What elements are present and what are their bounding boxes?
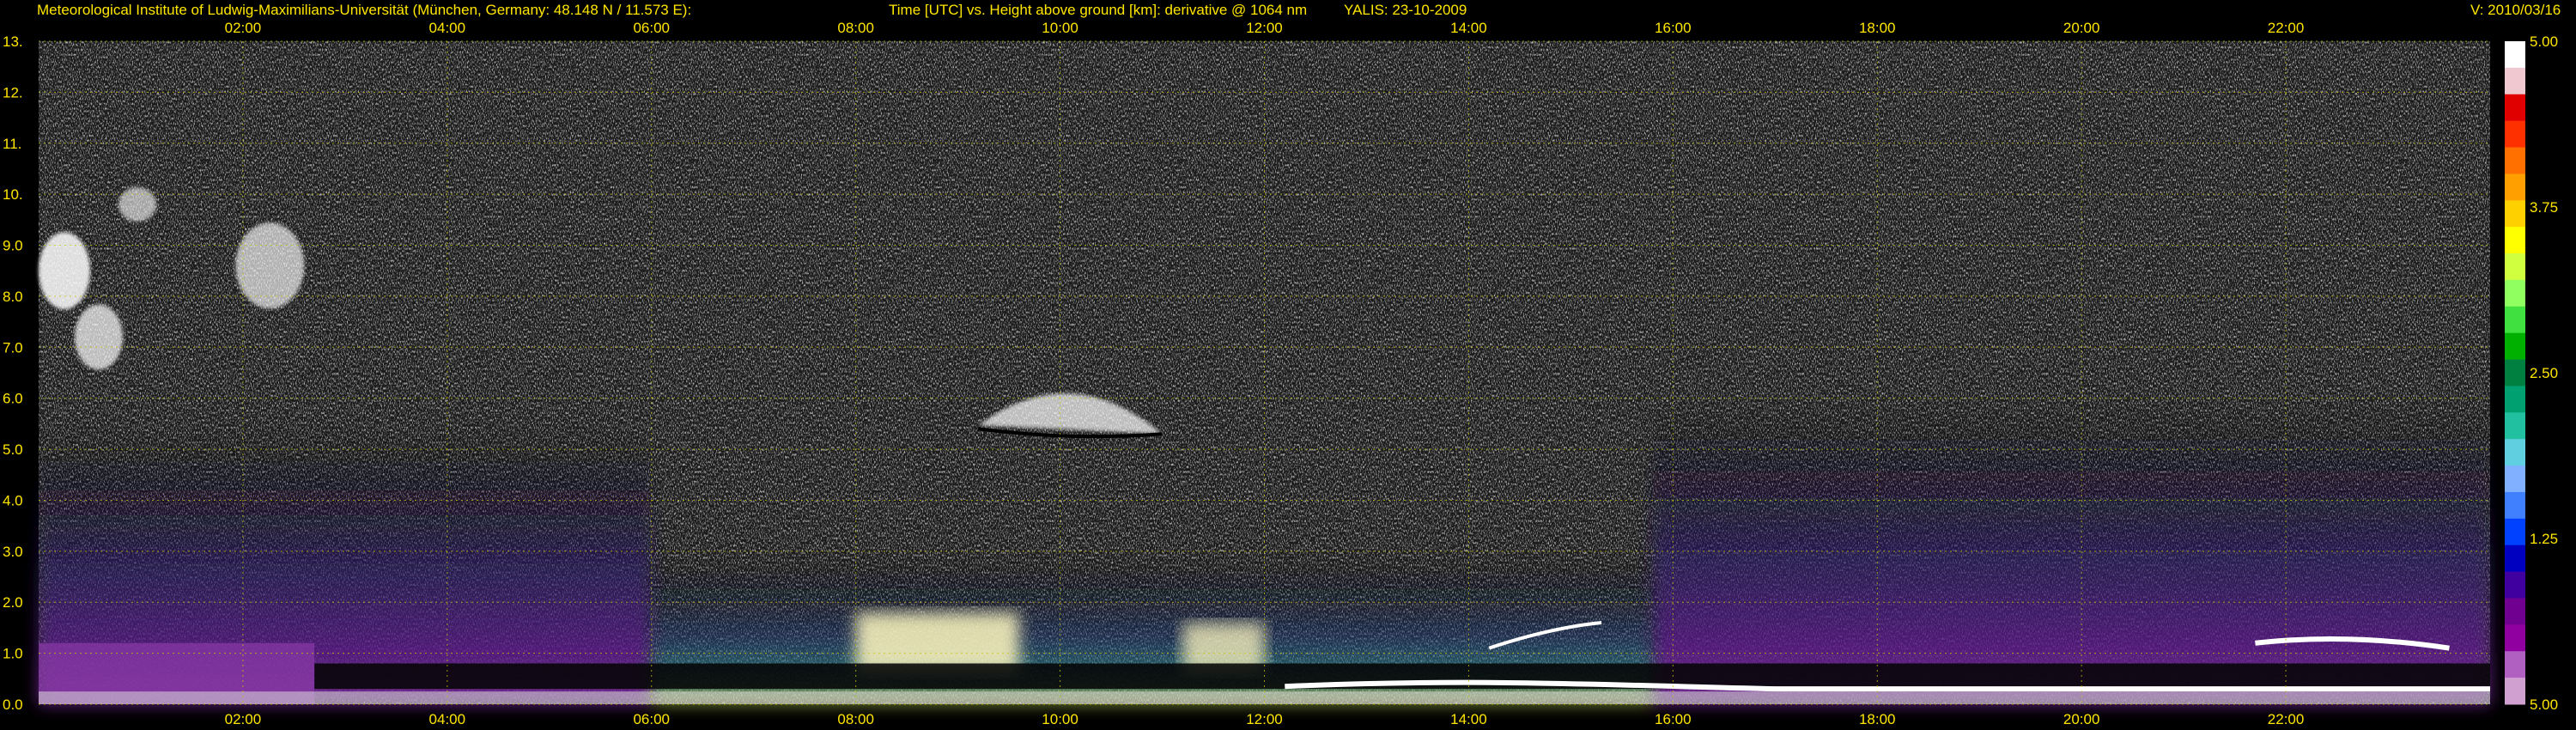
x-tick-label-top: 14:00 (1450, 20, 1487, 36)
colorbar-swatch (2505, 439, 2525, 466)
y-tick-label: 6.0 (3, 391, 23, 407)
y-tick-label: 10. (3, 186, 23, 203)
x-tick-label-bottom: 10:00 (1042, 711, 1078, 727)
colorbar-swatch (2505, 41, 2525, 69)
x-tick-label-bottom: 08:00 (837, 711, 874, 727)
colorbar-tick-label: 3.75 (2530, 199, 2558, 216)
x-tick-label-bottom: 02:00 (225, 711, 262, 727)
plot-area (39, 40, 2490, 705)
colorbar-swatch (2505, 624, 2525, 652)
colorbar-swatch (2505, 67, 2525, 95)
colorbar-swatch (2505, 571, 2525, 599)
y-tick-label: 0.0 (3, 697, 23, 713)
x-tick-label-top: 12:00 (1246, 20, 1283, 36)
colorbar-tick-label: 2.50 (2530, 365, 2558, 381)
y-tick-label: 13. (3, 33, 23, 50)
colorbar-swatch (2505, 94, 2525, 122)
y-tick-label: 9.0 (3, 238, 23, 254)
y-tick-label: 12. (3, 84, 23, 100)
y-tick-label: 2.0 (3, 594, 23, 611)
y-tick-label: 8.0 (3, 289, 23, 305)
x-tick-label-bottom: 16:00 (1655, 711, 1692, 727)
colorbar-swatch (2505, 200, 2525, 228)
colorbar-swatch (2505, 227, 2525, 254)
colorbar-tick-label: 1.25 (2530, 531, 2558, 547)
colorbar-swatch (2505, 651, 2525, 678)
y-tick-label: 1.0 (3, 646, 23, 662)
x-tick-label-top: 04:00 (429, 20, 466, 36)
colorbar-swatch (2505, 518, 2525, 546)
lidar-chart: 02:00 04:00 06:00 08:00 10:00 12:00 14:00 16:00… (3, 20, 2558, 727)
colorbar-swatch (2505, 544, 2525, 573)
cirrus-patch-4 (235, 222, 305, 309)
x-axis-top: 02:00 04:00 06:00 08:00 10:00 12:00 14:00 16:00… (225, 20, 2305, 36)
aerosol-haze-right (1652, 398, 2490, 704)
colorbar-swatch (2505, 359, 2525, 386)
colorbar-tick-label: 5.00 (2530, 697, 2558, 713)
y-tick-label: 3.0 (3, 544, 23, 560)
colorbar-swatch (2505, 306, 2525, 334)
x-tick-label-top: 18:00 (1859, 20, 1896, 36)
x-tick-label-top: 22:00 (2268, 20, 2305, 36)
colorbar-swatch (2505, 465, 2525, 493)
y-axis: 0.0 1.0 2.0 3.0 4.0 5.0 6.0 7.0 8.0 9.0 10. 11. 12. 1… (3, 33, 23, 713)
colorbar-swatch (2505, 279, 2525, 307)
x-tick-label-top: 20:00 (2063, 20, 2100, 36)
y-tick-label: 5.0 (3, 441, 23, 458)
colorbar-swatch (2505, 173, 2525, 201)
x-tick-label-top: 16:00 (1655, 20, 1692, 36)
x-tick-label-bottom: 22:00 (2268, 711, 2305, 727)
colorbar-swatch (2505, 678, 2525, 705)
x-tick-label-bottom: 20:00 (2063, 711, 2100, 727)
colorbar-swatch (2505, 386, 2525, 413)
x-tick-label-top: 02:00 (225, 20, 262, 36)
x-tick-label-top: 06:00 (633, 20, 670, 36)
x-axis-bottom: 02:00 04:00 06:00 08:00 10:00 12:00 14:00 16:00… (225, 711, 2305, 727)
y-tick-label: 11. (3, 136, 21, 152)
x-tick-label-bottom: 14:00 (1450, 711, 1487, 727)
colorbar-swatch (2505, 332, 2525, 361)
x-tick-label-bottom: 18:00 (1859, 711, 1896, 727)
colorbar-swatch (2505, 147, 2525, 174)
x-tick-label-bottom: 04:00 (429, 711, 466, 727)
colorbar-swatch (2505, 253, 2525, 281)
colorbar-swatch (2505, 598, 2525, 625)
cirrus-patch-1 (39, 232, 90, 310)
x-tick-label-bottom: 06:00 (633, 711, 670, 727)
cirrus-patch-3 (118, 187, 156, 222)
y-tick-label: 7.0 (3, 339, 23, 356)
y-tick-label: 4.0 (3, 492, 23, 508)
colorbar-swatch (2505, 491, 2525, 520)
cirrus-patch-2 (75, 304, 123, 370)
colorbar-swatch (2505, 120, 2525, 149)
x-tick-label-top: 08:00 (837, 20, 874, 36)
x-tick-label-bottom: 12:00 (1246, 711, 1283, 727)
colorbar: 5.00 3.75 2.50 1.25 5.00 (2505, 33, 2558, 713)
x-tick-label-top: 10:00 (1042, 20, 1078, 36)
colorbar-tick-label: 5.00 (2530, 33, 2558, 50)
colorbar-swatch (2505, 412, 2525, 440)
